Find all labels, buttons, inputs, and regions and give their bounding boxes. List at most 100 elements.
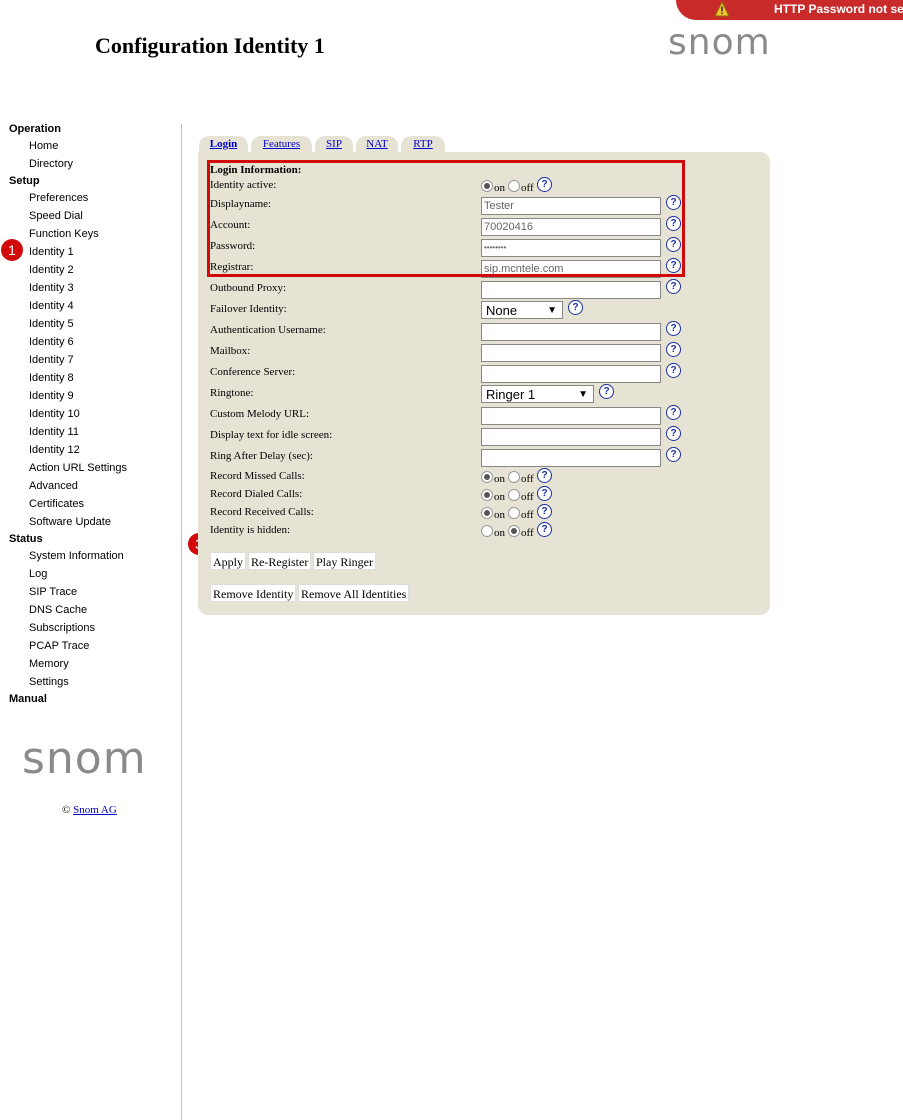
sidebar-section-manual[interactable]: Manual [9, 693, 47, 705]
copyright-symbol: © [62, 804, 71, 816]
sidebar-item-identity-7[interactable]: Identity 7 [29, 354, 74, 366]
sidebar-item-preferences[interactable]: Preferences [29, 192, 88, 204]
tab-sip[interactable]: SIP [315, 136, 353, 153]
record-dialed-off-label: off [521, 491, 534, 503]
record-missed-on-radio[interactable] [481, 471, 493, 483]
mailbox-label: Mailbox: [210, 345, 251, 357]
sidebar-item-identity-3[interactable]: Identity 3 [29, 282, 74, 294]
conference-server-input[interactable] [481, 365, 661, 383]
sidebar-item-identity-1[interactable]: Identity 1 [29, 246, 74, 258]
identity-hidden-on-radio[interactable] [481, 525, 493, 537]
sidebar-item-settings[interactable]: Settings [29, 676, 69, 688]
snom-ag-link[interactable]: Snom AG [73, 804, 117, 816]
sidebar-item-identity-4[interactable]: Identity 4 [29, 300, 74, 312]
sidebar-item-advanced[interactable]: Advanced [29, 480, 78, 492]
record-received-on-radio[interactable] [481, 507, 493, 519]
help-icon[interactable]: ? [568, 300, 583, 315]
help-icon[interactable]: ? [666, 363, 681, 378]
login-information-highlight [207, 160, 685, 277]
tab-login[interactable]: Login [199, 136, 248, 153]
record-missed-off-radio[interactable] [508, 471, 520, 483]
authentication-username-label: Authentication Username: [210, 324, 326, 336]
sidebar-item-identity-2[interactable]: Identity 2 [29, 264, 74, 276]
sidebar-item-action-url-settings[interactable]: Action URL Settings [29, 462, 127, 474]
help-icon[interactable]: ? [666, 321, 681, 336]
apply-button[interactable]: Apply [210, 552, 246, 570]
chevron-down-icon: ▼ [578, 389, 588, 400]
sidebar-item-identity-8[interactable]: Identity 8 [29, 372, 74, 384]
sidebar-item-identity-10[interactable]: Identity 10 [29, 408, 80, 420]
sidebar-item-dns-cache[interactable]: DNS Cache [29, 604, 87, 616]
snom-logo-sidebar: snom [22, 733, 147, 784]
sidebar-item-log[interactable]: Log [29, 568, 47, 580]
sidebar-item-system-information[interactable]: System Information [29, 550, 124, 562]
tab-login-label[interactable]: Login [210, 138, 238, 150]
outbound-proxy-label: Outbound Proxy: [210, 282, 287, 294]
sidebar-item-sip-trace[interactable]: SIP Trace [29, 586, 77, 598]
tab-rtp[interactable]: RTP [401, 136, 445, 153]
sidebar-item-home[interactable]: Home [29, 140, 58, 152]
idle-screen-text-label: Display text for idle screen: [210, 429, 333, 441]
idle-screen-text-input[interactable] [481, 428, 661, 446]
failover-identity-select[interactable]: None ▼ [481, 301, 563, 319]
record-received-off-radio[interactable] [508, 507, 520, 519]
record-dialed-calls-label: Record Dialed Calls: [210, 488, 303, 500]
help-icon[interactable]: ? [666, 279, 681, 294]
sidebar-item-certificates[interactable]: Certificates [29, 498, 84, 510]
snom-logo: snom [668, 22, 771, 63]
http-password-warning-banner[interactable]: HTTP Password not set [676, 0, 903, 20]
help-icon[interactable]: ? [537, 522, 552, 537]
help-icon[interactable]: ? [537, 504, 552, 519]
sidebar-section-setup: Setup [9, 175, 40, 187]
chevron-down-icon: ▼ [547, 305, 557, 316]
sidebar-item-identity-6[interactable]: Identity 6 [29, 336, 74, 348]
remove-identity-button[interactable]: Remove Identity [210, 584, 297, 602]
sidebar-item-identity-9[interactable]: Identity 9 [29, 390, 74, 402]
sidebar-item-identity-12[interactable]: Identity 12 [29, 444, 80, 456]
play-ringer-button[interactable]: Play Ringer [313, 552, 376, 570]
record-received-calls-label: Record Received Calls: [210, 506, 314, 518]
tab-features[interactable]: Features [251, 136, 312, 153]
custom-melody-url-input[interactable] [481, 407, 661, 425]
sidebar-item-speed-dial[interactable]: Speed Dial [29, 210, 83, 222]
help-icon[interactable]: ? [599, 384, 614, 399]
sidebar-item-subscriptions[interactable]: Subscriptions [29, 622, 95, 634]
banner-text: HTTP Password not set [774, 2, 903, 16]
ring-after-delay-input[interactable] [481, 449, 661, 467]
authentication-username-input[interactable] [481, 323, 661, 341]
sidebar-item-memory[interactable]: Memory [29, 658, 69, 670]
record-dialed-on-radio[interactable] [481, 489, 493, 501]
help-icon[interactable]: ? [666, 342, 681, 357]
tab-sip-label[interactable]: SIP [326, 138, 342, 150]
identity-hidden-off-radio[interactable] [508, 525, 520, 537]
sidebar-item-directory[interactable]: Directory [29, 158, 73, 170]
remove-all-identities-button[interactable]: Remove All Identities [298, 584, 410, 602]
identity-hidden-label: Identity is hidden: [210, 524, 291, 536]
help-icon[interactable]: ? [666, 405, 681, 420]
sidebar-item-pcap-trace[interactable]: PCAP Trace [29, 640, 89, 652]
re-register-button[interactable]: Re-Register [248, 552, 312, 570]
page-title: Configuration Identity 1 [95, 33, 325, 58]
ring-after-delay-label: Ring After Delay (sec): [210, 450, 313, 462]
record-missed-off-label: off [521, 473, 534, 485]
help-icon[interactable]: ? [666, 447, 681, 462]
help-icon[interactable]: ? [537, 486, 552, 501]
sidebar-item-function-keys[interactable]: Function Keys [29, 228, 99, 240]
copyright: © Snom AG [62, 804, 117, 816]
record-received-off-label: off [521, 509, 534, 521]
help-icon[interactable]: ? [537, 468, 552, 483]
record-dialed-off-radio[interactable] [508, 489, 520, 501]
sidebar-item-identity-11[interactable]: Identity 11 [29, 426, 79, 438]
help-icon[interactable]: ? [666, 426, 681, 441]
tab-nat[interactable]: NAT [356, 136, 398, 153]
mailbox-input[interactable] [481, 344, 661, 362]
sidebar-item-software-update[interactable]: Software Update [29, 516, 111, 528]
ringtone-label: Ringtone: [210, 387, 254, 399]
tab-rtp-label[interactable]: RTP [413, 138, 433, 150]
outbound-proxy-input[interactable] [481, 281, 661, 299]
conference-server-label: Conference Server: [210, 366, 296, 378]
sidebar-item-identity-5[interactable]: Identity 5 [29, 318, 74, 330]
tab-features-label[interactable]: Features [263, 138, 300, 150]
ringtone-select[interactable]: Ringer 1 ▼ [481, 385, 594, 403]
tab-nat-label[interactable]: NAT [366, 138, 387, 150]
